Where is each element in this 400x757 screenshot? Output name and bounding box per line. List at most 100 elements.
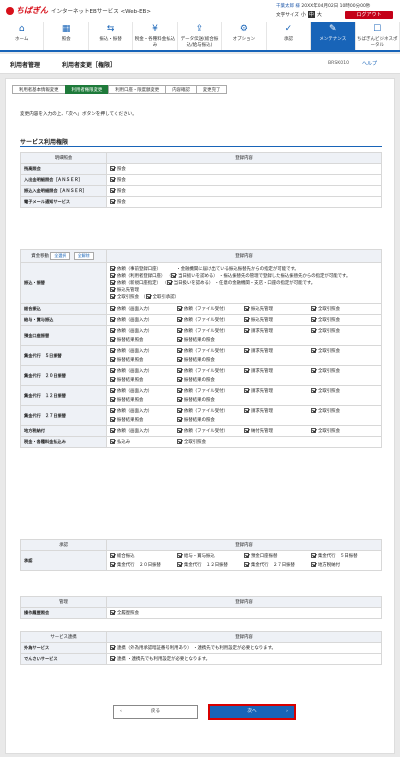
checkbox[interactable] xyxy=(177,306,182,311)
checkbox[interactable] xyxy=(177,368,182,373)
checkbox[interactable] xyxy=(244,317,249,322)
checkbox[interactable] xyxy=(110,656,115,661)
checkbox[interactable] xyxy=(177,377,182,382)
checkbox[interactable] xyxy=(110,199,115,204)
row-label: 入出金明細照会［ＡＮＳＥＲ］ xyxy=(20,174,107,186)
checkbox[interactable] xyxy=(110,377,115,382)
checkbox[interactable] xyxy=(110,610,115,615)
checkbox[interactable] xyxy=(110,177,115,182)
checkbox[interactable] xyxy=(177,317,182,322)
help-link[interactable]: ヘルプ xyxy=(362,60,377,67)
row-label: 外為サービス xyxy=(20,642,107,654)
step-indicator: 利用者基本情報変更 利用者権限変更 利用口座・限度額変更 内容確認 変更完了 xyxy=(12,85,228,94)
checkbox[interactable] xyxy=(110,166,115,171)
row-label: 税金・各種料金払込み xyxy=(20,436,107,448)
checkbox[interactable] xyxy=(177,388,182,393)
nav-item-home[interactable]: ⌂ ホーム xyxy=(0,22,45,50)
checkbox[interactable] xyxy=(244,368,249,373)
select-all-button[interactable]: 全選択 xyxy=(50,252,71,260)
checkbox[interactable] xyxy=(311,562,316,567)
checkbox[interactable] xyxy=(177,408,182,413)
checkbox[interactable] xyxy=(110,328,115,333)
checkbox[interactable] xyxy=(177,357,182,362)
font-large-button[interactable]: 大 xyxy=(317,11,322,18)
logout-button[interactable]: ログアウト xyxy=(345,11,393,19)
checkbox[interactable] xyxy=(166,280,172,285)
checkbox[interactable] xyxy=(110,397,115,402)
font-mid-button[interactable]: 中 xyxy=(307,11,315,18)
checkbox[interactable] xyxy=(110,273,115,278)
nav-item-option[interactable]: ⚙ オプション xyxy=(222,22,267,50)
clear-all-button[interactable]: 全解除 xyxy=(73,252,94,260)
checkbox[interactable] xyxy=(145,294,151,299)
option-grid: 依頼（画面入力） 依頼（ファイル受付） 納付先管理 全取引照会 xyxy=(110,428,378,434)
next-button[interactable]: 次へ › xyxy=(208,704,296,720)
checkbox[interactable] xyxy=(110,357,115,362)
user-name[interactable]: 千葉太郎 様 xyxy=(276,4,300,9)
checkbox[interactable] xyxy=(110,294,115,299)
checkbox[interactable] xyxy=(110,562,115,567)
checkbox[interactable] xyxy=(177,397,182,402)
checkbox[interactable] xyxy=(311,388,316,393)
back-button[interactable]: ‹ 戻る xyxy=(113,705,198,719)
checkbox[interactable] xyxy=(110,348,115,353)
checkbox[interactable] xyxy=(110,280,115,285)
checkbox[interactable] xyxy=(311,368,316,373)
checkbox[interactable] xyxy=(110,408,115,413)
option-label: 依頼（新規口座指定） xyxy=(117,281,161,286)
checkbox[interactable] xyxy=(110,188,115,193)
checkbox[interactable] xyxy=(244,553,249,558)
checkbox[interactable] xyxy=(177,328,182,333)
checkbox[interactable] xyxy=(244,306,249,311)
checkbox[interactable] xyxy=(311,408,316,413)
checkbox[interactable] xyxy=(110,337,115,342)
nav-item-transfer[interactable]: ⇆ 振込・振替 xyxy=(89,22,134,50)
checkbox[interactable] xyxy=(311,553,316,558)
chevron-right-icon: › xyxy=(286,709,288,714)
nav-item-maintenance[interactable]: ✎ メンテナンス xyxy=(311,22,356,50)
checkbox[interactable] xyxy=(110,368,115,373)
checkbox[interactable] xyxy=(244,428,249,433)
inquiry-table: 明細照会 登録内容 残高照会 照会 入出金明細照会［ＡＮＳＥＲ］ 照会 振込入金明細照会［… xyxy=(20,152,382,208)
option-label: 依頼（ファイル受付） xyxy=(184,349,228,354)
checkbox[interactable] xyxy=(110,306,115,311)
checkbox[interactable] xyxy=(177,428,182,433)
option-label: 依頼（画面入力） xyxy=(117,369,153,374)
checkbox[interactable] xyxy=(110,553,115,558)
checkbox[interactable] xyxy=(110,287,115,292)
checkbox[interactable] xyxy=(110,388,115,393)
checkbox[interactable] xyxy=(110,417,115,422)
checkbox[interactable] xyxy=(311,317,316,322)
checkbox[interactable] xyxy=(177,553,182,558)
checkbox[interactable] xyxy=(244,408,249,413)
checkbox[interactable] xyxy=(177,439,182,444)
checkbox[interactable] xyxy=(311,306,316,311)
nav-item-portal[interactable]: ☐ ちばぎんビジネスポータル xyxy=(356,22,400,50)
checkbox[interactable] xyxy=(244,348,249,353)
nav-item-inquiry[interactable]: ▦ 照会 xyxy=(44,22,89,50)
checkbox[interactable] xyxy=(244,562,249,567)
checkbox[interactable] xyxy=(244,388,249,393)
checkbox[interactable] xyxy=(311,348,316,353)
nav-item-data[interactable]: ⇪ データ伝送(総合振込/給与振込) xyxy=(178,22,223,50)
row-options: 依頼（画面入力） 依頼（ファイル受付） 請求先管理 全取引照会 振替結果照会 振替結果の照… xyxy=(106,325,382,346)
checkbox[interactable] xyxy=(171,273,177,278)
checkbox[interactable] xyxy=(177,417,182,422)
checkbox[interactable] xyxy=(110,645,115,650)
checkbox[interactable] xyxy=(177,337,182,342)
checkbox[interactable] xyxy=(110,266,115,271)
checkbox[interactable] xyxy=(244,328,249,333)
font-small-button[interactable]: 小 xyxy=(301,11,306,18)
checkbox-option: 全取引照会 xyxy=(311,328,378,334)
checkbox[interactable] xyxy=(177,348,182,353)
checkbox[interactable] xyxy=(177,562,182,567)
checkbox[interactable] xyxy=(311,328,316,333)
checkbox[interactable] xyxy=(110,439,115,444)
option-label: 請求先管理 xyxy=(251,389,273,394)
nav-item-tax[interactable]: ¥ 税金・各種料金払込み xyxy=(133,22,178,50)
checkbox-option: 依頼（ファイル受付） xyxy=(177,408,244,414)
checkbox[interactable] xyxy=(311,428,316,433)
checkbox[interactable] xyxy=(110,317,115,322)
nav-item-approve[interactable]: ✓ 承認 xyxy=(267,22,312,50)
checkbox[interactable] xyxy=(110,428,115,433)
